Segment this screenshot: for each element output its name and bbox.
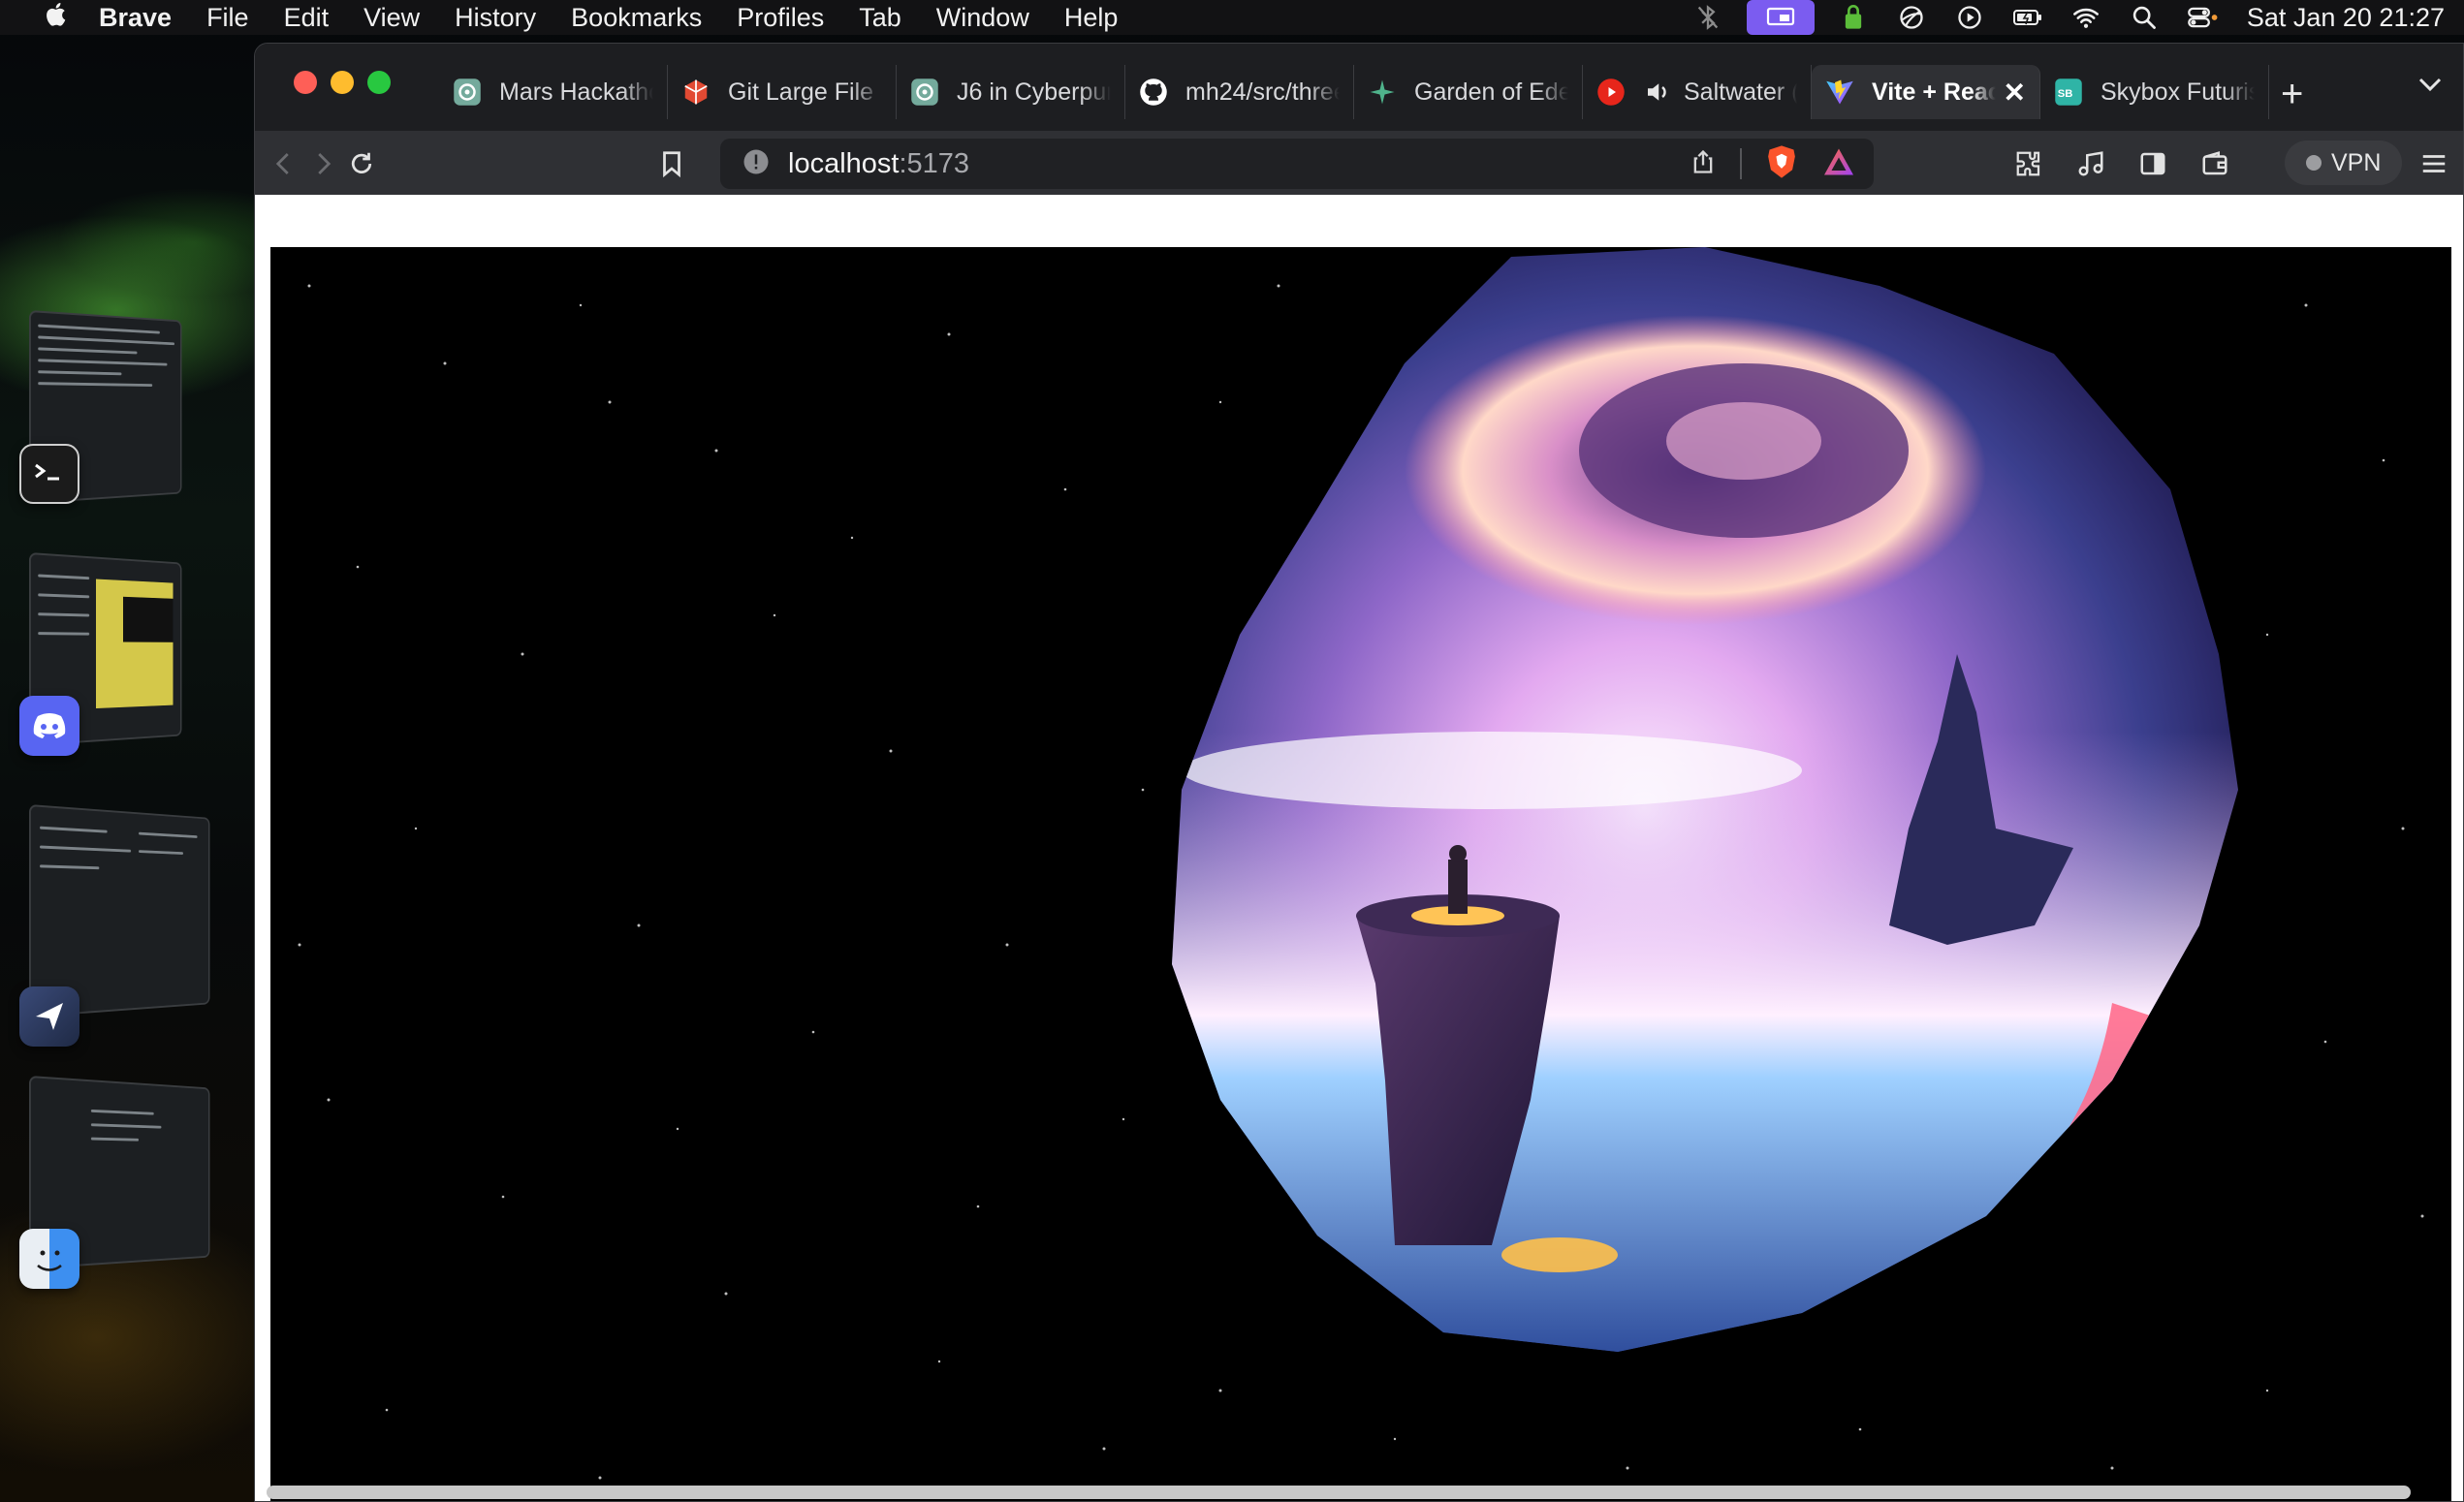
tab-title: Vite + React [1872, 78, 1996, 106]
menu-file[interactable]: File [206, 3, 249, 33]
address-bar-actions [1690, 144, 1856, 184]
terminal-icon[interactable] [19, 444, 79, 504]
media-music-icon[interactable] [2071, 144, 2110, 183]
browser-window: Mars Hackathon Git Large File S J6 in Cy… [254, 43, 2464, 1502]
stage-thumb-code-editor[interactable] [29, 804, 210, 1017]
sidebar-toggle-icon[interactable] [2133, 144, 2172, 183]
menu-bar-clock[interactable]: Sat Jan 20 21:27 [2247, 3, 2445, 33]
send-icon[interactable] [19, 986, 79, 1047]
menu-bar-status-area: Sat Jan 20 21:27 [1669, 0, 2464, 35]
tab-strip: Mars Hackathon Git Large File S J6 in Cy… [439, 65, 2269, 119]
wifi-icon[interactable] [2067, 3, 2105, 32]
menu-window[interactable]: Window [936, 3, 1029, 33]
tab-skybox-futuristic[interactable]: SB Skybox Futuris [2040, 65, 2269, 119]
apple-icon[interactable] [37, 0, 78, 36]
bluetooth-off-icon[interactable] [1689, 3, 1727, 32]
tab-title: mh24/src/three [1185, 78, 1340, 106]
battery-icon[interactable] [2008, 3, 2047, 32]
share-icon[interactable] [1690, 147, 1717, 181]
vpn-globe-icon[interactable] [1892, 3, 1931, 32]
tab-garden-of-eden[interactable]: Garden of Eden [1354, 65, 1583, 119]
screen-mirror-icon[interactable] [1746, 0, 1815, 35]
tab-title: Saltwater ( [1684, 78, 1797, 106]
close-tab-icon[interactable]: ✕ [2004, 77, 2026, 109]
tab-title: Mars Hackathon [499, 78, 653, 106]
forward-arrow-icon[interactable] [303, 144, 342, 183]
tab-search-chevron-icon[interactable] [2417, 71, 2444, 101]
discord-icon[interactable] [19, 696, 79, 756]
menu-app-name[interactable]: Brave [99, 3, 172, 33]
menu-bookmarks[interactable]: Bookmarks [571, 3, 702, 33]
url-host: localhost [788, 147, 900, 179]
tab-title: J6 in Cyberpunk [957, 78, 1111, 106]
play-icon[interactable] [1950, 3, 1989, 32]
brave-rewards-icon[interactable] [1821, 145, 1856, 183]
navigation-toolbar: localhost:5173 VPN [255, 131, 2463, 195]
menu-edit[interactable]: Edit [284, 3, 330, 33]
leaf-icon [1368, 78, 1397, 107]
tab-vite-react[interactable]: Vite + React ✕ [1812, 65, 2040, 119]
minimize-window-button[interactable] [331, 71, 354, 94]
search-icon[interactable] [2125, 3, 2164, 32]
control-center-icon[interactable] [2183, 3, 2222, 32]
wallet-icon[interactable] [2195, 144, 2234, 183]
menu-view[interactable]: View [363, 3, 420, 33]
horizontal-scrollbar[interactable] [267, 1486, 2411, 1499]
address-bar[interactable]: localhost:5173 [720, 139, 1874, 189]
svg-text:SB: SB [2058, 88, 2073, 100]
new-tab-button[interactable]: + [2281, 73, 2303, 116]
maximize-window-button[interactable] [367, 71, 391, 94]
menu-history[interactable]: History [455, 3, 536, 33]
menu-tab[interactable]: Tab [859, 3, 901, 33]
speaker-icon[interactable] [1643, 78, 1672, 107]
tab-mars-hackathon[interactable]: Mars Hackathon [439, 65, 668, 119]
back-arrow-icon[interactable] [265, 144, 303, 183]
tab-title: Garden of Eden [1414, 78, 1568, 106]
tab-title: Skybox Futuris [2101, 78, 2255, 106]
vpn-status-icon [2306, 155, 2322, 171]
url-text[interactable]: localhost:5173 [788, 148, 969, 180]
bookmark-icon[interactable] [652, 144, 691, 183]
git-lfs-icon [681, 78, 711, 107]
skybox-scene [298, 247, 2424, 1480]
extensions-icon[interactable] [2009, 144, 2048, 183]
skybox-icon: SB [2054, 78, 2083, 107]
tab-bar: Mars Hackathon Git Large File S J6 in Cy… [255, 44, 2463, 131]
toolbar-divider [1740, 148, 1742, 179]
page-content [255, 195, 2463, 1501]
youtube-icon [1596, 78, 1626, 107]
vite-icon [1825, 78, 1854, 107]
stage-manager-strip [0, 291, 252, 1376]
openai-icon [453, 78, 482, 107]
close-window-button[interactable] [294, 71, 317, 94]
hamburger-menu-icon[interactable] [2415, 144, 2453, 183]
tab-title: Git Large File S [728, 78, 882, 106]
reload-icon[interactable] [342, 144, 381, 183]
tab-git-lfs[interactable]: Git Large File S [668, 65, 897, 119]
finder-icon[interactable] [19, 1229, 79, 1289]
threejs-canvas[interactable] [270, 247, 2451, 1501]
menu-bar: Brave File Edit View History Bookmarks P… [0, 0, 2464, 35]
brave-shields-icon[interactable] [1765, 144, 1798, 184]
url-port: :5173 [899, 147, 970, 179]
openai-icon [910, 78, 939, 107]
vpn-button[interactable]: VPN [2285, 141, 2403, 185]
tab-saltwater[interactable]: Saltwater ( [1583, 65, 1812, 119]
vpn-label: VPN [2331, 148, 2382, 176]
tab-j6-cyberpunk[interactable]: J6 in Cyberpunk [897, 65, 1125, 119]
site-info-icon[interactable] [742, 147, 771, 181]
battery-lock-icon[interactable] [1834, 3, 1873, 32]
menu-profiles[interactable]: Profiles [737, 3, 824, 33]
window-controls [294, 71, 404, 94]
tab-github-mh24[interactable]: mh24/src/three [1125, 65, 1354, 119]
github-icon [1139, 78, 1168, 107]
menu-help[interactable]: Help [1064, 3, 1119, 33]
